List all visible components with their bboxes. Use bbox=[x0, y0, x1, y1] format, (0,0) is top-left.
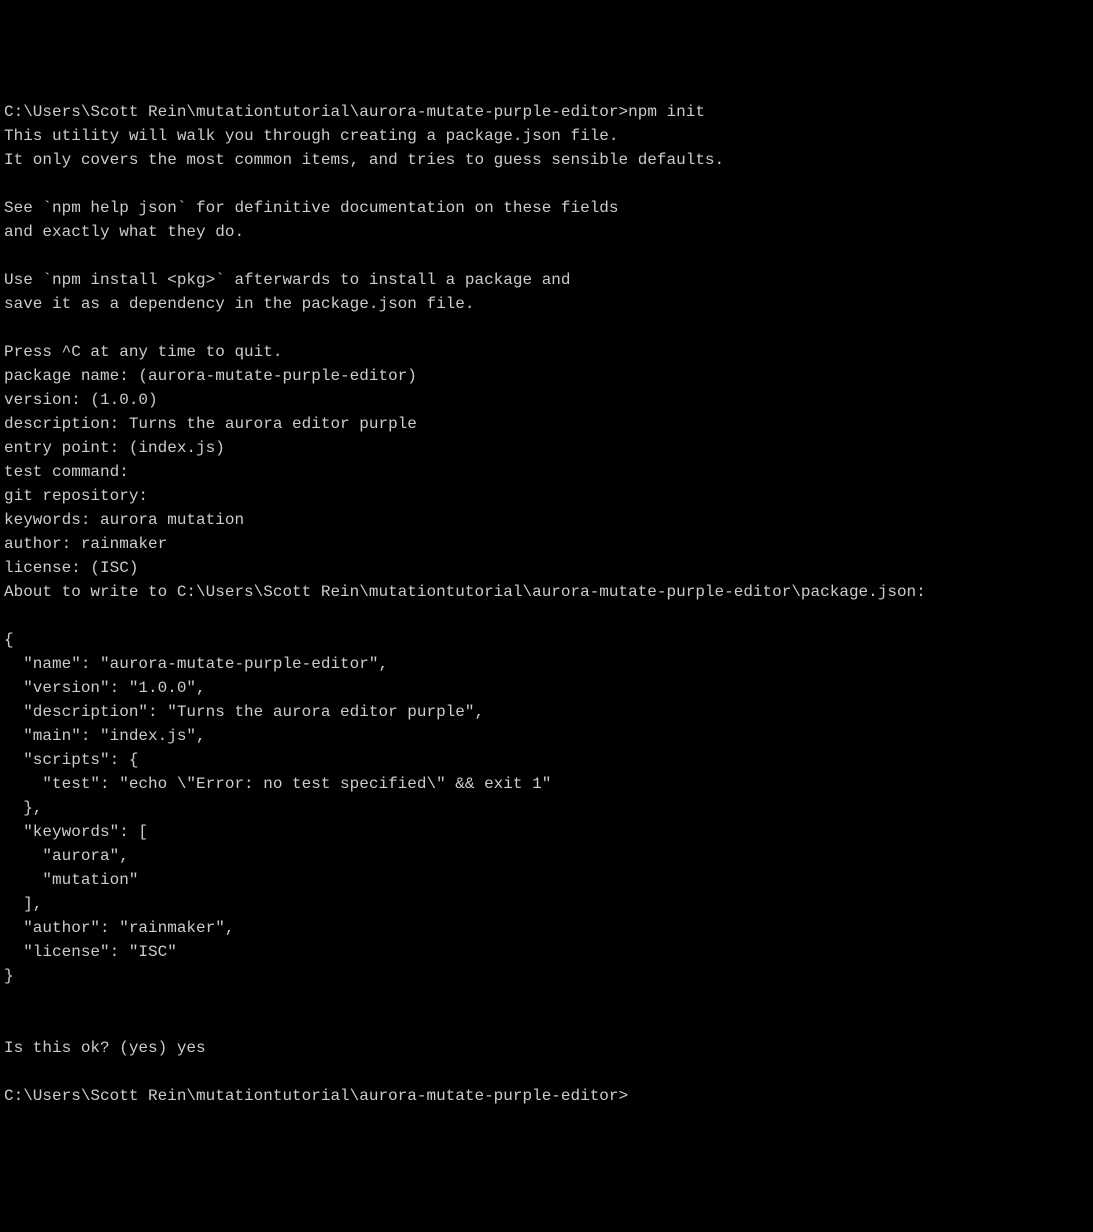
install-text-1: Use `npm install <pkg>` afterwards to in… bbox=[4, 271, 571, 289]
terminal-window[interactable]: C:\Users\Scott Rein\mutationtutorial\aur… bbox=[4, 100, 1089, 1108]
git-repo-prompt: git repository: bbox=[4, 487, 148, 505]
keywords-prompt: keywords: aurora mutation bbox=[4, 511, 244, 529]
entry-point-prompt: entry point: (index.js) bbox=[4, 439, 225, 457]
author-prompt: author: rainmaker bbox=[4, 535, 167, 553]
test-command-prompt: test command: bbox=[4, 463, 129, 481]
help-text-1: See `npm help json` for definitive docum… bbox=[4, 199, 619, 217]
final-prompt-path: C:\Users\Scott Rein\mutationtutorial\aur… bbox=[4, 1087, 628, 1105]
package-name-prompt: package name: (aurora-mutate-purple-edit… bbox=[4, 367, 417, 385]
license-prompt: license: (ISC) bbox=[4, 559, 138, 577]
help-text-2: and exactly what they do. bbox=[4, 223, 244, 241]
intro-text-1: This utility will walk you through creat… bbox=[4, 127, 619, 145]
install-text-2: save it as a dependency in the package.j… bbox=[4, 295, 474, 313]
quit-text: Press ^C at any time to quit. bbox=[4, 343, 282, 361]
version-prompt: version: (1.0.0) bbox=[4, 391, 158, 409]
confirm-prompt: Is this ok? (yes) yes bbox=[4, 1039, 206, 1057]
json-output: { "name": "aurora-mutate-purple-editor",… bbox=[4, 631, 551, 985]
prompt-path: C:\Users\Scott Rein\mutationtutorial\aur… bbox=[4, 103, 628, 121]
command-text: npm init bbox=[628, 103, 705, 121]
description-prompt: description: Turns the aurora editor pur… bbox=[4, 415, 417, 433]
about-to-write-text: About to write to C:\Users\Scott Rein\mu… bbox=[4, 583, 926, 601]
intro-text-2: It only covers the most common items, an… bbox=[4, 151, 724, 169]
